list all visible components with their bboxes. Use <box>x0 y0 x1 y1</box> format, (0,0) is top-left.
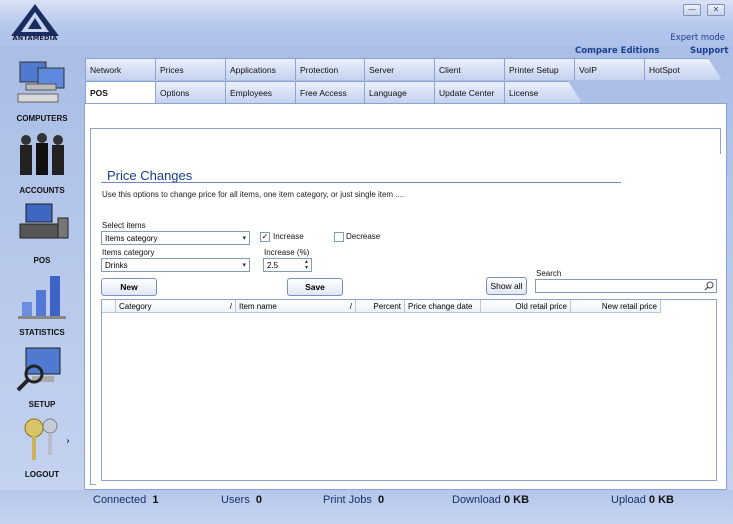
grid-header-category[interactable]: Category / <box>116 300 236 313</box>
search-label: Search <box>536 269 562 278</box>
category-value: Drinks <box>105 261 128 270</box>
minimize-button[interactable]: — <box>683 4 701 16</box>
chevron-down-icon: ▾ <box>242 262 246 269</box>
title-bar: ANTAMEDIA — ✕ Expert mode <box>0 0 733 46</box>
computers-icon <box>17 61 65 103</box>
grid-header-old-retail-price[interactable]: Old retail price <box>481 300 571 313</box>
status-bar: Connected 1 Users 0 Print Jobs 0 Downloa… <box>0 490 733 524</box>
increase-pct-value: 2.5 <box>267 261 279 270</box>
increase-label: Increase <box>273 232 304 241</box>
status-download: Download 0 KB <box>452 494 530 506</box>
sidebar: COMPUTERS ACCOUNTS POS STATISTICS SETUP … <box>0 46 84 490</box>
select-items-value: Items category <box>105 234 158 243</box>
svg-text:›: › <box>66 436 70 447</box>
sidebar-item-statistics[interactable]: STATISTICS <box>6 272 78 337</box>
accounts-icon <box>20 133 64 175</box>
sidebar-item-logout[interactable]: › LOGOUT <box>6 414 78 479</box>
app-window: ANTAMEDIA — ✕ Expert mode Compare Editio… <box>0 0 733 524</box>
decrease-checkbox[interactable] <box>334 232 344 242</box>
new-button[interactable]: New <box>101 278 157 296</box>
status-connected: Connected 1 <box>93 494 159 506</box>
grid-header-item-name[interactable]: Item name / <box>236 300 356 313</box>
logo-text: ANTAMEDIA <box>12 34 58 42</box>
tab-license[interactable]: License <box>504 81 582 103</box>
decrease-label: Decrease <box>346 232 381 241</box>
sidebar-item-accounts[interactable]: ACCOUNTS <box>6 130 78 195</box>
chevron-down-icon: ▾ <box>242 235 246 242</box>
sidebar-label-statistics: STATISTICS <box>19 328 65 337</box>
support-link[interactable]: Support <box>690 46 728 56</box>
expert-mode-link[interactable]: Expert mode <box>670 33 725 43</box>
grid-header-percent[interactable]: Percent <box>356 300 405 313</box>
sidebar-label-accounts: ACCOUNTS <box>19 186 65 195</box>
grid-row-selector-header <box>102 300 116 313</box>
statistics-icon <box>18 276 66 319</box>
close-button[interactable]: ✕ <box>707 4 725 16</box>
sidebar-label-setup: SETUP <box>28 400 56 409</box>
panel-description: Use this options to change price for all… <box>102 190 405 199</box>
show-all-button[interactable]: Show all <box>486 277 527 295</box>
status-print-jobs: Print Jobs 0 <box>323 494 385 506</box>
logout-icon: › <box>24 418 70 460</box>
select-items-dropdown[interactable]: Items category ▾ <box>101 231 250 245</box>
title-underline <box>101 182 621 183</box>
category-dropdown[interactable]: Drinks ▾ <box>101 258 250 272</box>
setup-icon <box>16 347 61 392</box>
sidebar-label-logout: LOGOUT <box>24 470 60 479</box>
sidebar-item-computers[interactable]: COMPUTERS <box>6 58 78 123</box>
category-label: Items category <box>102 248 155 257</box>
grid-header-new-retail-price[interactable]: New retail price <box>571 300 661 313</box>
sidebar-item-pos[interactable]: POS <box>6 200 78 265</box>
select-items-label: Select items <box>102 221 146 230</box>
increase-checkbox[interactable]: ✓ <box>260 232 270 242</box>
grid-header-price-change-date[interactable]: Price change date <box>405 300 481 313</box>
sidebar-item-setup[interactable]: SETUP <box>6 344 78 409</box>
compare-editions-link[interactable]: Compare Editions <box>575 46 659 56</box>
status-users: Users 0 <box>221 494 262 506</box>
pos-icon <box>19 203 69 239</box>
increase-pct-spinner[interactable]: 2.5 ▴ ▾ <box>263 258 312 272</box>
search-input[interactable] <box>535 279 717 293</box>
status-upload: Upload 0 KB <box>611 494 674 506</box>
price-changes-grid[interactable]: Category / Item name / Percent Price chang… <box>101 299 717 481</box>
panel-title: Price Changes <box>107 168 193 183</box>
sidebar-label-pos: POS <box>33 256 51 265</box>
spinner-arrows-icon: ▴ ▾ <box>304 259 308 271</box>
tab-hotspot[interactable]: HotSpot <box>644 58 722 80</box>
sidebar-label-computers: COMPUTERS <box>16 114 68 123</box>
save-button[interactable]: Save <box>287 278 343 296</box>
increase-pct-label: Increase (%) <box>264 248 310 257</box>
search-icon <box>704 281 714 291</box>
